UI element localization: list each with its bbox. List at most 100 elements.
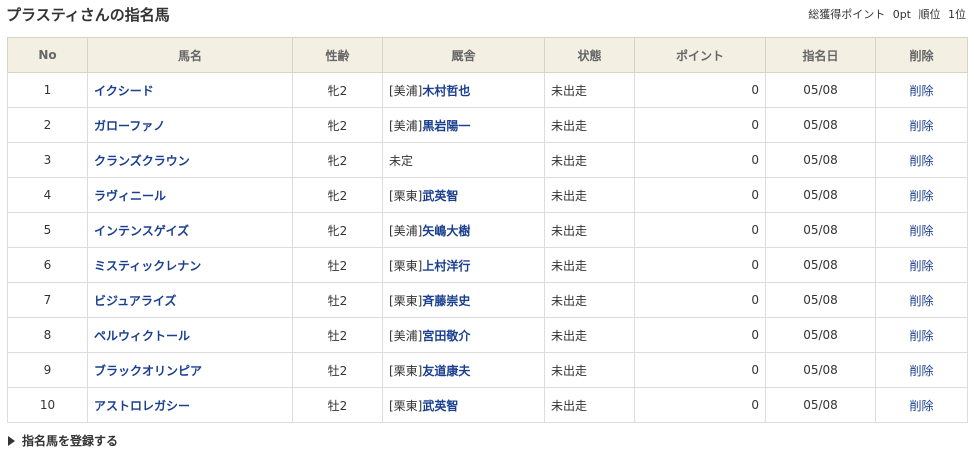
table-row: 10 アストロレガシー 牡2 [栗東]武英智 未出走 0 05/08 削除 [7,387,968,423]
trainer-link[interactable]: 黒岩陽一 [422,119,470,133]
table-row: 2 ガローファノ 牝2 [美浦]黒岩陽一 未出走 0 05/08 削除 [7,107,968,143]
cell-points: 0 [634,282,766,318]
delete-link[interactable]: 削除 [909,399,933,413]
delete-link[interactable]: 削除 [909,224,933,238]
cell-points: 0 [634,317,766,353]
column-header-points[interactable]: ポイント [634,37,766,73]
register-horse-label: 指名馬を登録する [22,434,119,448]
cell-status: 未出走 [544,142,635,178]
delete-link[interactable]: 削除 [909,329,933,343]
table-body: 1 イクシード 牝2 [美浦]木村哲也 未出走 0 05/08 削除 2 ガローファノ 牝2 [美浦]… [7,72,968,423]
stable-region: [美浦] [389,328,423,343]
cell-status: 未出走 [544,387,635,423]
cell-date: 05/08 [765,387,876,423]
horse-name-link[interactable]: クランズクラウン [94,154,190,168]
column-header-date[interactable]: 指名日 [765,37,876,73]
stable-region: [栗東] [389,188,423,203]
page-title: プラスティさんの指名馬 [6,6,170,24]
horse-name-link[interactable]: ミスティックレナン [94,259,201,273]
column-header-name[interactable]: 馬名 [87,37,293,73]
cell-delete: 削除 [875,247,968,283]
total-points-label: 総獲得ポイント [808,8,886,21]
cell-no: 10 [7,387,88,423]
horse-name-link[interactable]: ブラックオリンピア [94,364,202,378]
delete-link[interactable]: 削除 [909,154,933,168]
horse-name-link[interactable]: ラヴィニール [94,189,166,203]
cell-stable: [美浦]木村哲也 [382,72,545,108]
cell-points: 0 [634,247,766,283]
cell-stable: [栗東]武英智 [382,387,545,423]
stable-region: [栗東] [389,258,423,273]
cell-horse-name: ミスティックレナン [87,247,293,283]
cell-delete: 削除 [875,177,968,213]
cell-status: 未出走 [544,317,635,353]
cell-stable: [栗東]斉藤崇史 [382,282,545,318]
trainer-link[interactable]: 木村哲也 [422,84,470,98]
table-row: 5 インテンスゲイズ 牝2 [美浦]矢嶋大樹 未出走 0 05/08 削除 [7,212,968,248]
cell-delete: 削除 [875,317,968,353]
trainer-link[interactable]: 武英智 [422,399,458,413]
cell-date: 05/08 [765,282,876,318]
column-header-delete: 削除 [875,37,968,73]
cell-stable: [美浦]矢嶋大樹 [382,212,545,248]
cell-status: 未出走 [544,107,635,143]
cell-delete: 削除 [875,387,968,423]
horse-name-link[interactable]: イクシード [94,84,154,98]
stable-region: 未定 [389,153,414,168]
cell-points: 0 [634,107,766,143]
stable-region: [栗東] [389,363,423,378]
cell-stable: [美浦]黒岩陽一 [382,107,545,143]
cell-date: 05/08 [765,107,876,143]
cell-horse-name: イクシード [87,72,293,108]
cell-no: 7 [7,282,88,318]
trainer-link[interactable]: 矢嶋大樹 [422,224,470,238]
cell-sex-age: 牝2 [292,72,383,108]
cell-sex-age: 牝2 [292,142,383,178]
table-row: 8 ペルウィクトール 牡2 [美浦]宮田敬介 未出走 0 05/08 削除 [7,317,968,353]
cell-sex-age: 牡2 [292,352,383,388]
cell-status: 未出走 [544,72,635,108]
column-header-no[interactable]: No [7,37,88,73]
delete-link[interactable]: 削除 [909,259,933,273]
horse-name-link[interactable]: ガローファノ [94,119,165,133]
trainer-link[interactable]: 宮田敬介 [422,329,470,343]
table-row: 3 クランズクラウン 牝2 未定 未出走 0 05/08 削除 [7,142,968,178]
cell-horse-name: アストロレガシー [87,387,293,423]
cell-points: 0 [634,352,766,388]
delete-link[interactable]: 削除 [909,294,933,308]
delete-link[interactable]: 削除 [909,84,933,98]
column-header-status[interactable]: 状態 [544,37,635,73]
cell-delete: 削除 [875,282,968,318]
cell-no: 4 [7,177,88,213]
column-header-stable[interactable]: 厩舎 [382,37,545,73]
trainer-link[interactable]: 斉藤崇史 [422,294,470,308]
cell-no: 8 [7,317,88,353]
cell-delete: 削除 [875,212,968,248]
horse-name-link[interactable]: ペルウィクトール [94,329,190,343]
column-header-sex-age[interactable]: 性齢 [292,37,383,73]
cell-points: 0 [634,212,766,248]
cell-stable: [栗東]武英智 [382,177,545,213]
cell-stable: [美浦]宮田敬介 [382,317,545,353]
cell-date: 05/08 [765,142,876,178]
trainer-link[interactable]: 上村洋行 [422,259,470,273]
triangle-right-icon [8,435,15,446]
horse-name-link[interactable]: ビジュアライズ [94,294,177,308]
stable-region: [美浦] [389,118,423,133]
cell-status: 未出走 [544,247,635,283]
delete-link[interactable]: 削除 [909,189,933,203]
cell-date: 05/08 [765,247,876,283]
cell-delete: 削除 [875,142,968,178]
cell-date: 05/08 [765,72,876,108]
cell-stable: [栗東]友道康夫 [382,352,545,388]
horse-name-link[interactable]: アストロレガシー [94,399,190,413]
cell-stable: 未定 [382,142,545,178]
delete-link[interactable]: 削除 [909,119,933,133]
cell-stable: [栗東]上村洋行 [382,247,545,283]
trainer-link[interactable]: 友道康夫 [422,364,470,378]
cell-no: 5 [7,212,88,248]
register-horse-link[interactable]: 指名馬を登録する [8,432,118,449]
delete-link[interactable]: 削除 [909,364,933,378]
trainer-link[interactable]: 武英智 [422,189,458,203]
horse-name-link[interactable]: インテンスゲイズ [94,224,189,238]
